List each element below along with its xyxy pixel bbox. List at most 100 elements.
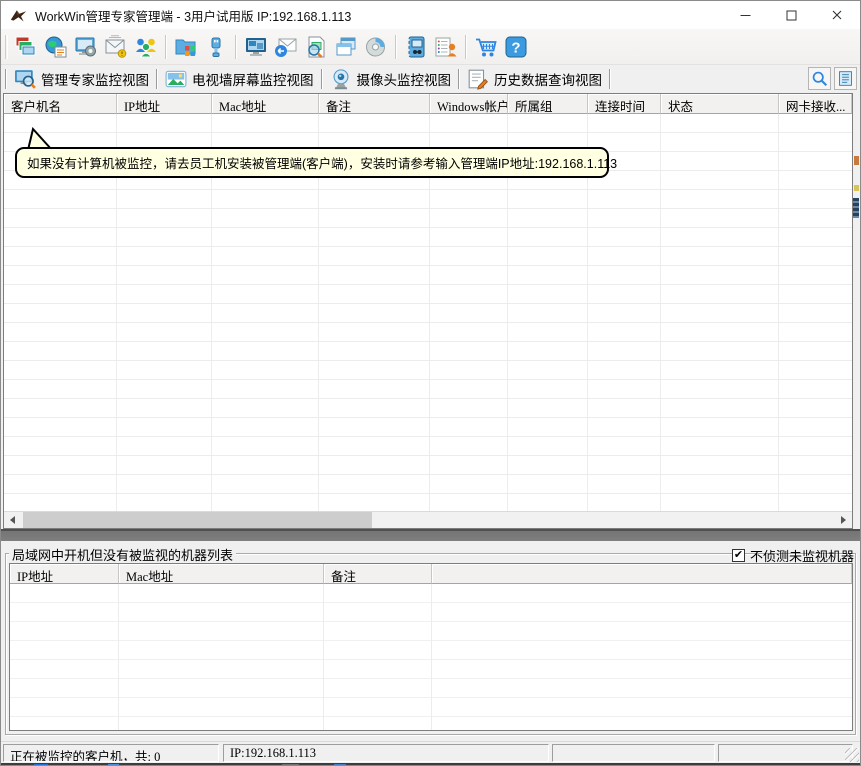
monitor-search-icon xyxy=(14,68,36,90)
tab-manager-monitor-view[interactable]: 管理专家监控视图 xyxy=(7,66,156,92)
file-explorer-button[interactable] xyxy=(171,32,201,62)
close-icon xyxy=(831,9,843,21)
status-panel-empty-2 xyxy=(718,744,853,762)
screens-stack-button[interactable] xyxy=(11,32,41,62)
mail-monitor-button[interactable] xyxy=(101,32,131,62)
tv-wall-icon xyxy=(244,35,268,59)
hint-text: 如果没有计算机被监控，请去员工机安装被管理端(客户端)，安装时请参考输入管理端I… xyxy=(27,153,617,172)
column-header-mac[interactable]: Mac地址 xyxy=(212,94,319,114)
tab-label: 历史数据查询视图 xyxy=(494,69,602,89)
message-send-icon xyxy=(274,35,298,59)
lan-machines-group-title: 局域网中开机但没有被监视的机器列表 xyxy=(9,545,236,564)
column-header-lan-mac[interactable]: Mac地址 xyxy=(119,564,324,584)
column-header-nic-received[interactable]: 网卡接收... xyxy=(779,94,852,114)
window-title: WorkWin管理专家管理端 - 3用户试用版 IP:192.168.1.113 xyxy=(35,6,351,25)
window-copy-button[interactable] xyxy=(331,32,361,62)
toolbar-grip[interactable] xyxy=(5,35,8,59)
toolbar-separator xyxy=(465,35,467,59)
close-button[interactable] xyxy=(814,1,860,29)
resize-grip[interactable] xyxy=(845,748,859,762)
usb-device-button[interactable] xyxy=(201,32,231,62)
tv-wall-button[interactable] xyxy=(241,32,271,62)
help-button[interactable]: ? xyxy=(501,32,531,62)
minimize-button[interactable] xyxy=(722,1,768,29)
tab-history-data-view[interactable]: 历史数据查询视图 xyxy=(460,66,609,92)
scroll-left-button[interactable] xyxy=(4,512,21,528)
grid-column-line xyxy=(778,114,779,511)
remote-settings-icon xyxy=(74,35,98,59)
scroll-right-button[interactable] xyxy=(835,512,852,528)
detect-checkbox-mark: ✔ xyxy=(734,549,743,561)
column-header-lan-ip[interactable]: IP地址 xyxy=(10,564,119,584)
address-book-icon xyxy=(404,35,428,59)
toolbar-separator xyxy=(235,35,237,59)
column-header-status[interactable]: 状态 xyxy=(661,94,779,114)
scrollbar-thumb[interactable] xyxy=(23,512,372,528)
grid-column-line xyxy=(431,584,432,730)
column-header-ip[interactable]: IP地址 xyxy=(117,94,212,114)
web-globe-log-button[interactable] xyxy=(41,32,71,62)
hint-balloon: 如果没有计算机被监控，请去员工机安装被管理端(客户端)，安装时请参考输入管理端I… xyxy=(15,147,609,178)
toolbar-separator xyxy=(395,35,397,59)
column-header-connect-time[interactable]: 连接时间 xyxy=(588,94,661,114)
user-group-icon xyxy=(134,35,158,59)
tab-tv-wall-view[interactable]: 电视墙屏幕监控视图 xyxy=(158,66,321,92)
screens-stack-icon xyxy=(14,35,38,59)
main-toolbar: ? xyxy=(1,29,860,65)
tab-label: 电视墙屏幕监控视图 xyxy=(192,69,314,89)
address-book-button[interactable] xyxy=(401,32,431,62)
lan-table-body[interactable] xyxy=(10,584,852,730)
tab-camera-view[interactable]: 摄像头监控视图 xyxy=(323,66,459,92)
detail-report-button[interactable] xyxy=(834,67,857,90)
camera-icon xyxy=(330,68,352,90)
svg-text:?: ? xyxy=(511,39,520,56)
remote-settings-button[interactable] xyxy=(71,32,101,62)
column-header-windows-account[interactable]: Windows帐户 xyxy=(430,94,508,114)
eagle-logo-icon xyxy=(10,7,27,24)
web-globe-log-icon xyxy=(44,35,68,59)
lan-table-header: IP地址 Mac地址 备注 xyxy=(10,564,852,584)
scroll-right-arrow-icon xyxy=(841,516,846,524)
shopping-cart-button[interactable] xyxy=(471,32,501,62)
column-header-lan-remark[interactable]: 备注 xyxy=(324,564,432,584)
clipped-panel-sliver xyxy=(853,93,860,529)
lan-machines-table: IP地址 Mac地址 备注 xyxy=(9,563,853,731)
message-send-button[interactable] xyxy=(271,32,301,62)
panel-splitter[interactable] xyxy=(1,529,860,545)
tab-separator xyxy=(609,69,611,89)
app-window: WorkWin管理专家管理端 - 3用户试用版 IP:192.168.1.113 xyxy=(0,0,861,766)
mail-monitor-icon xyxy=(104,35,128,59)
column-header-group[interactable]: 所属组 xyxy=(508,94,588,114)
usb-device-icon xyxy=(204,35,228,59)
cd-disc-button[interactable] xyxy=(361,32,391,62)
status-ip-address: IP:192.168.1.113 xyxy=(223,744,549,762)
status-bar: 正在被监控的客户机，共: 0 IP:192.168.1.113 xyxy=(1,741,860,763)
report-list-icon xyxy=(837,70,854,87)
view-tools xyxy=(808,67,857,90)
scroll-left-arrow-icon xyxy=(10,516,15,524)
clients-table-header: 客户机名 IP地址 Mac地址 备注 Windows帐户 所属组 连接时间 状态… xyxy=(4,94,852,114)
monitored-clients-panel: 客户机名 IP地址 Mac地址 备注 Windows帐户 所属组 连接时间 状态… xyxy=(3,93,853,529)
status-monitored-count: 正在被监控的客户机，共: 0 xyxy=(3,744,219,762)
horizontal-scrollbar[interactable] xyxy=(4,511,852,528)
tab-label: 摄像头监控视图 xyxy=(357,69,452,89)
user-group-button[interactable] xyxy=(131,32,161,62)
column-header-lan-filler xyxy=(432,564,852,584)
zoom-search-button[interactable] xyxy=(808,67,831,90)
user-policy-button[interactable] xyxy=(431,32,461,62)
column-header-client-name[interactable]: 客户机名 xyxy=(4,94,117,114)
toolbar-separator xyxy=(165,35,167,59)
user-policy-icon xyxy=(434,35,458,59)
grid-column-line xyxy=(660,114,661,511)
grid-column-line xyxy=(118,584,119,730)
clients-table-body[interactable]: 如果没有计算机被监控，请去员工机安装被管理端(客户端)，安装时请参考输入管理端I… xyxy=(4,114,852,511)
maximize-button[interactable] xyxy=(768,1,814,29)
help-question-icon: ? xyxy=(504,35,528,59)
screen-snapshot-button[interactable] xyxy=(301,32,331,62)
column-header-remark[interactable]: 备注 xyxy=(319,94,430,114)
file-explorer-icon xyxy=(174,35,198,59)
grid-column-line xyxy=(323,584,324,730)
checkbox[interactable]: ✔ xyxy=(732,549,745,562)
cd-disc-icon xyxy=(364,35,388,59)
title-bar[interactable]: WorkWin管理专家管理端 - 3用户试用版 IP:192.168.1.113 xyxy=(1,1,860,29)
